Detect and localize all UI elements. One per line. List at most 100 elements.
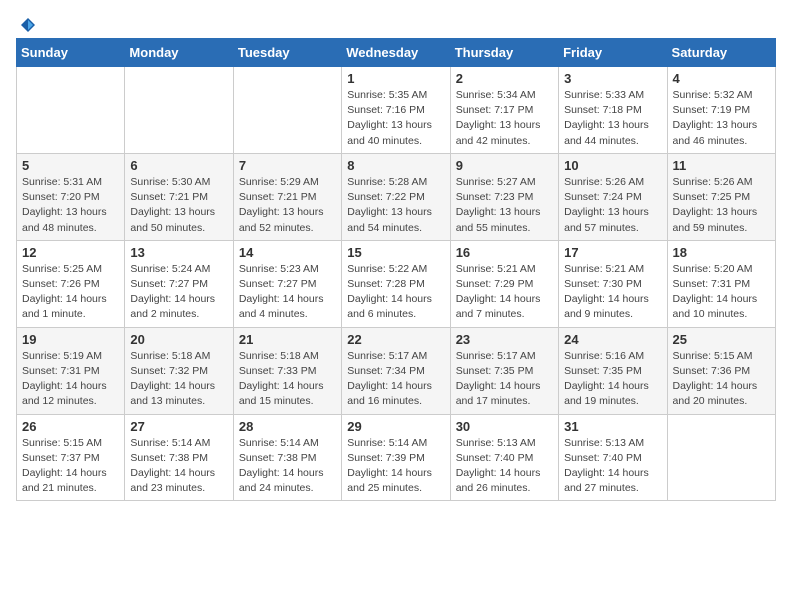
day-number: 2	[456, 71, 553, 86]
day-info: Sunrise: 5:32 AM Sunset: 7:19 PM Dayligh…	[673, 88, 770, 149]
day-info: Sunrise: 5:34 AM Sunset: 7:17 PM Dayligh…	[456, 88, 553, 149]
day-number: 21	[239, 332, 336, 347]
calendar-week-row: 1 Sunrise: 5:35 AM Sunset: 7:16 PM Daylig…	[17, 67, 776, 154]
day-info: Sunrise: 5:17 AM Sunset: 7:34 PM Dayligh…	[347, 349, 444, 410]
calendar-cell: 15Sunrise: 5:22 AM Sunset: 7:28 PM Dayli…	[342, 240, 450, 327]
calendar-week-row: 26 Sunrise: 5:15 AM Sunset: 7:37 PM Dayli…	[17, 414, 776, 501]
day-number: 31	[564, 419, 661, 434]
calendar-cell: 31 Sunrise: 5:13 AM Sunset: 7:40 PM Dayli…	[559, 414, 667, 501]
day-info: Sunrise: 5:26 AM Sunset: 7:25 PM Dayligh…	[673, 175, 770, 236]
calendar-cell: 4 Sunrise: 5:32 AM Sunset: 7:19 PM Daylig…	[667, 67, 775, 154]
day-info: Sunrise: 5:35 AM Sunset: 7:16 PM Dayligh…	[347, 88, 444, 149]
calendar-cell: 26 Sunrise: 5:15 AM Sunset: 7:37 PM Dayli…	[17, 414, 125, 501]
day-info: Sunrise: 5:25 AM Sunset: 7:26 PM Dayligh…	[22, 262, 119, 323]
day-info: Sunrise: 5:13 AM Sunset: 7:40 PM Dayligh…	[564, 436, 661, 497]
calendar-cell: 1 Sunrise: 5:35 AM Sunset: 7:16 PM Daylig…	[342, 67, 450, 154]
calendar-cell: 21 Sunrise: 5:18 AM Sunset: 7:33 PM Dayli…	[233, 327, 341, 414]
day-number: 6	[130, 158, 227, 173]
weekday-header: Sunday	[17, 39, 125, 67]
day-info: Sunrise: 5:21 AM Sunset: 7:30 PM Dayligh…	[564, 262, 661, 323]
calendar-cell: 14 Sunrise: 5:23 AM Sunset: 7:27 PM Dayli…	[233, 240, 341, 327]
logo	[16, 16, 37, 30]
day-number: 25	[673, 332, 770, 347]
weekday-header: Monday	[125, 39, 233, 67]
calendar-cell	[125, 67, 233, 154]
day-info: Sunrise: 5:30 AM Sunset: 7:21 PM Dayligh…	[130, 175, 227, 236]
day-number: 30	[456, 419, 553, 434]
day-number: 23	[456, 332, 553, 347]
day-info: Sunrise: 5:18 AM Sunset: 7:32 PM Dayligh…	[130, 349, 227, 410]
day-number: 12	[22, 245, 119, 260]
day-info: Sunrise: 5:27 AM Sunset: 7:23 PM Dayligh…	[456, 175, 553, 236]
calendar-cell: 6 Sunrise: 5:30 AM Sunset: 7:21 PM Daylig…	[125, 153, 233, 240]
day-number: 10	[564, 158, 661, 173]
calendar-cell: 13Sunrise: 5:24 AM Sunset: 7:27 PM Dayli…	[125, 240, 233, 327]
calendar-cell: 20Sunrise: 5:18 AM Sunset: 7:32 PM Dayli…	[125, 327, 233, 414]
day-info: Sunrise: 5:16 AM Sunset: 7:35 PM Dayligh…	[564, 349, 661, 410]
day-info: Sunrise: 5:15 AM Sunset: 7:37 PM Dayligh…	[22, 436, 119, 497]
weekday-header: Friday	[559, 39, 667, 67]
day-number: 18	[673, 245, 770, 260]
day-number: 9	[456, 158, 553, 173]
day-number: 28	[239, 419, 336, 434]
calendar-cell: 2 Sunrise: 5:34 AM Sunset: 7:17 PM Daylig…	[450, 67, 558, 154]
calendar-cell: 18Sunrise: 5:20 AM Sunset: 7:31 PM Dayli…	[667, 240, 775, 327]
calendar-cell: 9 Sunrise: 5:27 AM Sunset: 7:23 PM Daylig…	[450, 153, 558, 240]
calendar-table: SundayMondayTuesdayWednesdayThursdayFrid…	[16, 38, 776, 501]
weekday-header: Wednesday	[342, 39, 450, 67]
day-number: 17	[564, 245, 661, 260]
weekday-header: Thursday	[450, 39, 558, 67]
day-info: Sunrise: 5:18 AM Sunset: 7:33 PM Dayligh…	[239, 349, 336, 410]
day-number: 5	[22, 158, 119, 173]
calendar-cell: 22 Sunrise: 5:17 AM Sunset: 7:34 PM Dayli…	[342, 327, 450, 414]
calendar-cell	[17, 67, 125, 154]
day-number: 24	[564, 332, 661, 347]
day-info: Sunrise: 5:19 AM Sunset: 7:31 PM Dayligh…	[22, 349, 119, 410]
day-info: Sunrise: 5:24 AM Sunset: 7:27 PM Dayligh…	[130, 262, 227, 323]
day-info: Sunrise: 5:21 AM Sunset: 7:29 PM Dayligh…	[456, 262, 553, 323]
calendar-cell: 17 Sunrise: 5:21 AM Sunset: 7:30 PM Dayli…	[559, 240, 667, 327]
calendar-header-row: SundayMondayTuesdayWednesdayThursdayFrid…	[17, 39, 776, 67]
calendar-cell: 24 Sunrise: 5:16 AM Sunset: 7:35 PM Dayli…	[559, 327, 667, 414]
calendar-cell: 10Sunrise: 5:26 AM Sunset: 7:24 PM Dayli…	[559, 153, 667, 240]
day-number: 27	[130, 419, 227, 434]
calendar-cell: 23Sunrise: 5:17 AM Sunset: 7:35 PM Dayli…	[450, 327, 558, 414]
calendar-cell: 12 Sunrise: 5:25 AM Sunset: 7:26 PM Dayli…	[17, 240, 125, 327]
calendar-cell: 25 Sunrise: 5:15 AM Sunset: 7:36 PM Dayli…	[667, 327, 775, 414]
calendar-week-row: 5 Sunrise: 5:31 AM Sunset: 7:20 PM Daylig…	[17, 153, 776, 240]
calendar-cell	[233, 67, 341, 154]
day-info: Sunrise: 5:14 AM Sunset: 7:38 PM Dayligh…	[130, 436, 227, 497]
calendar-cell: 30 Sunrise: 5:13 AM Sunset: 7:40 PM Dayli…	[450, 414, 558, 501]
day-number: 3	[564, 71, 661, 86]
day-number: 14	[239, 245, 336, 260]
calendar-cell: 28Sunrise: 5:14 AM Sunset: 7:38 PM Dayli…	[233, 414, 341, 501]
calendar-cell: 7Sunrise: 5:29 AM Sunset: 7:21 PM Daylig…	[233, 153, 341, 240]
day-number: 8	[347, 158, 444, 173]
calendar-cell: 11Sunrise: 5:26 AM Sunset: 7:25 PM Dayli…	[667, 153, 775, 240]
day-info: Sunrise: 5:22 AM Sunset: 7:28 PM Dayligh…	[347, 262, 444, 323]
day-info: Sunrise: 5:23 AM Sunset: 7:27 PM Dayligh…	[239, 262, 336, 323]
day-number: 19	[22, 332, 119, 347]
day-number: 22	[347, 332, 444, 347]
day-info: Sunrise: 5:31 AM Sunset: 7:20 PM Dayligh…	[22, 175, 119, 236]
calendar-cell: 19 Sunrise: 5:19 AM Sunset: 7:31 PM Dayli…	[17, 327, 125, 414]
calendar-cell: 8 Sunrise: 5:28 AM Sunset: 7:22 PM Daylig…	[342, 153, 450, 240]
calendar-cell: 29Sunrise: 5:14 AM Sunset: 7:39 PM Dayli…	[342, 414, 450, 501]
calendar-week-row: 19 Sunrise: 5:19 AM Sunset: 7:31 PM Dayli…	[17, 327, 776, 414]
day-info: Sunrise: 5:28 AM Sunset: 7:22 PM Dayligh…	[347, 175, 444, 236]
calendar-cell: 5 Sunrise: 5:31 AM Sunset: 7:20 PM Daylig…	[17, 153, 125, 240]
day-info: Sunrise: 5:15 AM Sunset: 7:36 PM Dayligh…	[673, 349, 770, 410]
calendar-cell: 3 Sunrise: 5:33 AM Sunset: 7:18 PM Daylig…	[559, 67, 667, 154]
day-number: 26	[22, 419, 119, 434]
day-info: Sunrise: 5:33 AM Sunset: 7:18 PM Dayligh…	[564, 88, 661, 149]
day-number: 7	[239, 158, 336, 173]
calendar-week-row: 12 Sunrise: 5:25 AM Sunset: 7:26 PM Dayli…	[17, 240, 776, 327]
calendar-cell	[667, 414, 775, 501]
day-number: 4	[673, 71, 770, 86]
calendar-cell: 27 Sunrise: 5:14 AM Sunset: 7:38 PM Dayli…	[125, 414, 233, 501]
weekday-header: Saturday	[667, 39, 775, 67]
day-number: 1	[347, 71, 444, 86]
calendar-cell: 16Sunrise: 5:21 AM Sunset: 7:29 PM Dayli…	[450, 240, 558, 327]
logo-icon	[19, 16, 37, 34]
day-info: Sunrise: 5:13 AM Sunset: 7:40 PM Dayligh…	[456, 436, 553, 497]
